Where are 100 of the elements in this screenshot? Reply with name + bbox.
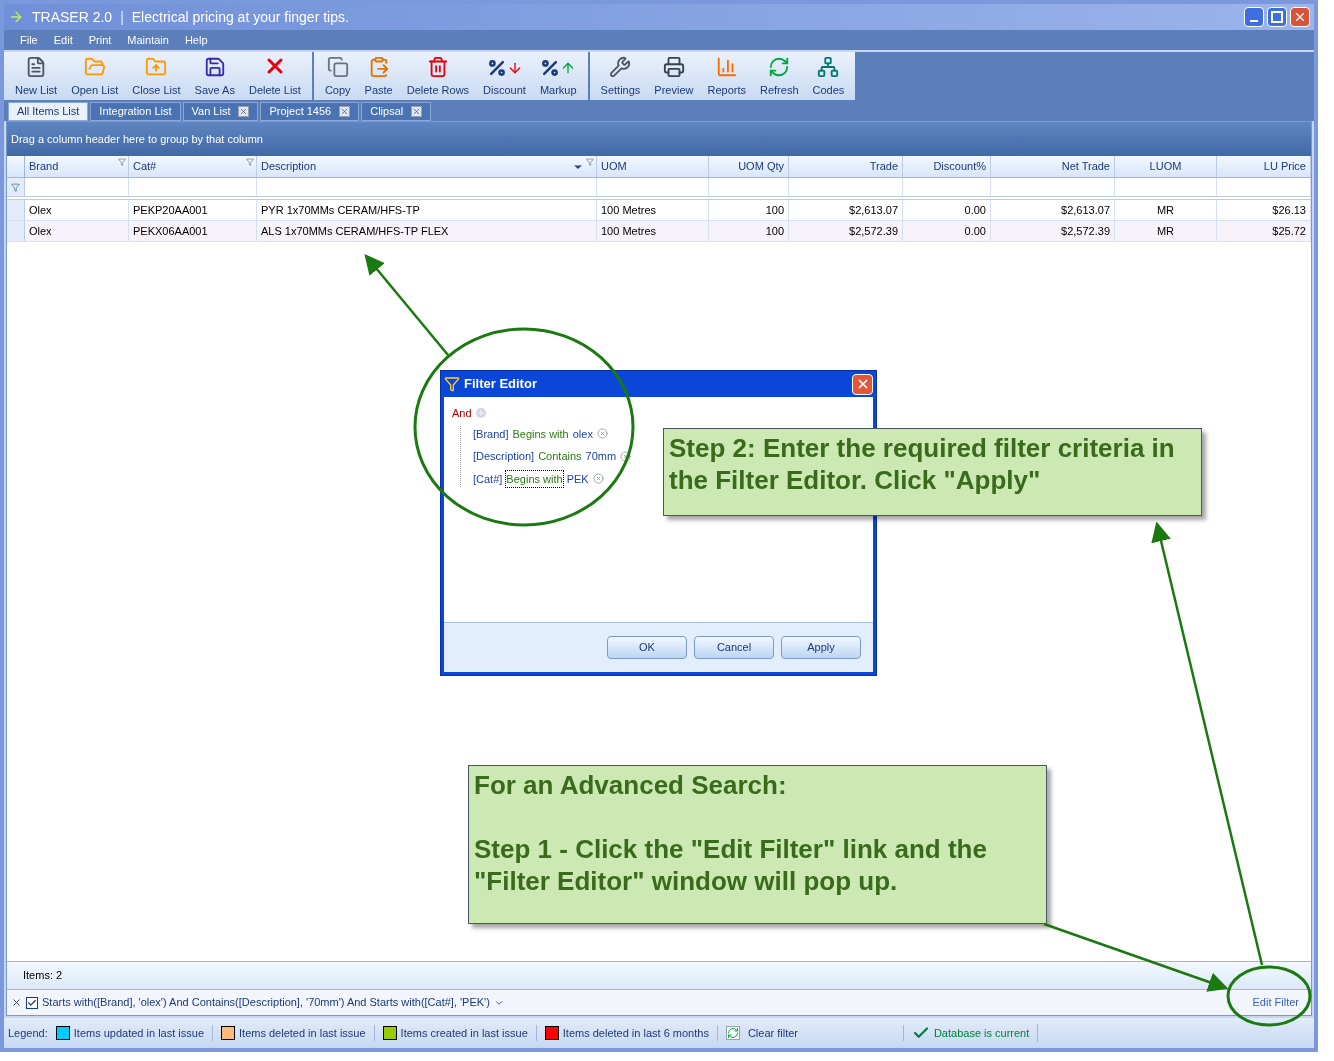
toolbar-button[interactable]: Preview xyxy=(647,52,701,100)
table-cell-text: 100 Metres xyxy=(601,202,657,218)
tab[interactable]: Clipsal xyxy=(361,102,432,121)
legend-text: Items deleted in last 6 months xyxy=(562,1025,709,1041)
toolbar-button[interactable]: Close List xyxy=(125,52,188,100)
toolbar-button[interactable]: Delete Rows xyxy=(399,52,477,100)
condition-field[interactable]: [Cat#] xyxy=(473,470,503,487)
toolbar-button[interactable]: Save As xyxy=(187,52,242,100)
remove-condition-icon[interactable] xyxy=(620,450,632,462)
item-count: Items: 2 xyxy=(23,968,63,984)
toolbar-button[interactable]: Reports xyxy=(700,52,753,100)
condition-value[interactable]: PEK xyxy=(566,470,589,487)
condition-value[interactable]: olex xyxy=(572,425,593,442)
legend-text: Items updated in last issue xyxy=(73,1025,204,1041)
table-cell-text: 100 xyxy=(765,202,784,218)
dialog-button[interactable]: Apply xyxy=(781,636,861,659)
dialog-button[interactable]: Cancel xyxy=(694,636,774,659)
app-logo-icon xyxy=(8,9,24,25)
menu-item[interactable]: Maintain xyxy=(127,31,169,49)
printer-icon xyxy=(662,55,685,78)
condition-value[interactable]: 70mm xyxy=(585,448,617,465)
toolbar-button[interactable]: Discount xyxy=(476,52,533,100)
tab[interactable]: Integration List xyxy=(90,102,181,121)
window-title: TRASER 2.0 xyxy=(32,7,113,27)
maximize-button[interactable] xyxy=(1267,7,1287,27)
refresh-icon[interactable] xyxy=(725,1026,740,1040)
toolbar-button[interactable]: New List xyxy=(8,52,65,100)
column-header[interactable]: UOM xyxy=(597,156,709,177)
column-header[interactable]: Net Trade xyxy=(991,156,1115,177)
condition-field[interactable]: [Brand] xyxy=(473,425,509,442)
clear-filter-icon[interactable] xyxy=(11,997,22,1008)
table-cell-text: PYR 1x70MMs CERAM/HFS-TP xyxy=(261,202,420,218)
column-header[interactable]: Brand xyxy=(25,156,129,177)
filter-icon[interactable] xyxy=(586,158,594,166)
dialog-button[interactable]: OK xyxy=(607,636,687,659)
minimize-button[interactable] xyxy=(1244,7,1264,27)
toolbar-button[interactable]: Copy xyxy=(317,52,358,100)
column-header[interactable]: LU Price xyxy=(1217,156,1311,177)
menu-item[interactable]: Print xyxy=(88,31,112,49)
row-selector[interactable] xyxy=(7,200,25,220)
legend-text: Items created in last issue xyxy=(400,1025,528,1041)
column-header[interactable]: UOM Qty xyxy=(709,156,789,177)
table-cell-text: Olex xyxy=(29,202,52,218)
toolbar-button[interactable]: Refresh xyxy=(753,52,806,100)
filter-editor-icon xyxy=(444,376,460,392)
filter-checkbox[interactable] xyxy=(26,996,38,1009)
table-row[interactable]: Olex PEKP20AA001 PYR 1x70MMs CERAM/HFS-TP 100 Metres 100 $2,613.07 0.00 $2,613.07 MR $26.13 xyxy=(7,200,1311,221)
codes-icon xyxy=(817,55,840,78)
clear-filter-text[interactable]: Clear filter xyxy=(747,1024,799,1042)
condition-field[interactable]: [Description] xyxy=(473,448,535,465)
close-button[interactable] xyxy=(852,373,873,395)
menu-item[interactable]: File xyxy=(20,31,38,49)
toolbar-button[interactable]: Markup xyxy=(532,52,584,100)
tab-close-icon[interactable] xyxy=(411,106,423,117)
table-cell-text: $2,572.39 xyxy=(849,223,898,239)
filter-row-icon xyxy=(11,182,20,192)
tab-close-icon[interactable] xyxy=(339,106,351,117)
toolbar-button[interactable]: Delete List xyxy=(241,52,308,100)
close-button[interactable] xyxy=(1290,7,1310,27)
remove-condition-icon[interactable] xyxy=(596,428,608,440)
toolbar-button[interactable]: Settings xyxy=(593,52,648,100)
table-cell-text: $2,572.39 xyxy=(1061,223,1110,239)
table-cell-text: $26.13 xyxy=(1272,202,1306,218)
group-panel-hint: Drag a column header here to group by that column xyxy=(11,131,263,147)
condition-operator[interactable]: Begins with xyxy=(512,425,569,442)
column-header[interactable]: Discount% xyxy=(903,156,991,177)
tab[interactable]: All Items List xyxy=(8,102,89,121)
table-cell-text: 100 xyxy=(765,223,784,239)
menu-item[interactable]: Edit xyxy=(53,31,73,49)
column-header[interactable]: Description xyxy=(257,156,597,177)
minimize-icon xyxy=(1250,20,1258,22)
tab-close-icon[interactable] xyxy=(238,106,250,117)
condition-operator[interactable]: Contains xyxy=(538,448,582,465)
filter-icon[interactable] xyxy=(118,158,126,166)
table-cell-text: $2,613.07 xyxy=(849,202,898,218)
table-cell-text: 0.00 xyxy=(964,202,986,218)
folder-icon xyxy=(145,55,168,78)
legend-text: Items deleted in last issue xyxy=(239,1025,366,1041)
column-header[interactable]: Cat# xyxy=(129,156,257,177)
toolbar-button[interactable]: Open List xyxy=(64,52,126,100)
table-cell-text: MR xyxy=(1156,202,1175,218)
group-operator[interactable]: And xyxy=(452,405,472,422)
tab[interactable]: Van List xyxy=(182,102,259,121)
tab[interactable]: Project 1456 xyxy=(260,102,360,121)
remove-condition-icon[interactable] xyxy=(592,473,604,485)
column-header[interactable]: LUOM xyxy=(1115,156,1217,177)
edit-filter-link[interactable]: Edit Filter xyxy=(1252,994,1299,1011)
condition-operator[interactable]: Begins with xyxy=(506,470,563,487)
column-header[interactable]: Trade xyxy=(789,156,903,177)
row-selector[interactable] xyxy=(7,221,25,241)
filter-icon[interactable] xyxy=(246,158,254,166)
toolbar-button[interactable]: Codes xyxy=(805,52,852,100)
callout-text: For an Advanced Search: xyxy=(474,769,788,801)
toolbar-button[interactable]: Paste xyxy=(357,52,400,100)
legend-label: Legend: xyxy=(8,1025,48,1041)
table-row[interactable]: Olex PEKX06AA001 ALS 1x70MMs CERAM/HFS-TP FLEX 100 Metres 100 $2,572.39 0.00 $2,572.39 MR $25.72 xyxy=(7,221,1311,242)
menu-item[interactable]: Help xyxy=(184,31,208,49)
window-subtitle: Electrical pricing at your finger tips. xyxy=(131,7,349,27)
add-condition-icon[interactable] xyxy=(475,408,486,419)
table-cell-text: $25.72 xyxy=(1272,223,1306,239)
